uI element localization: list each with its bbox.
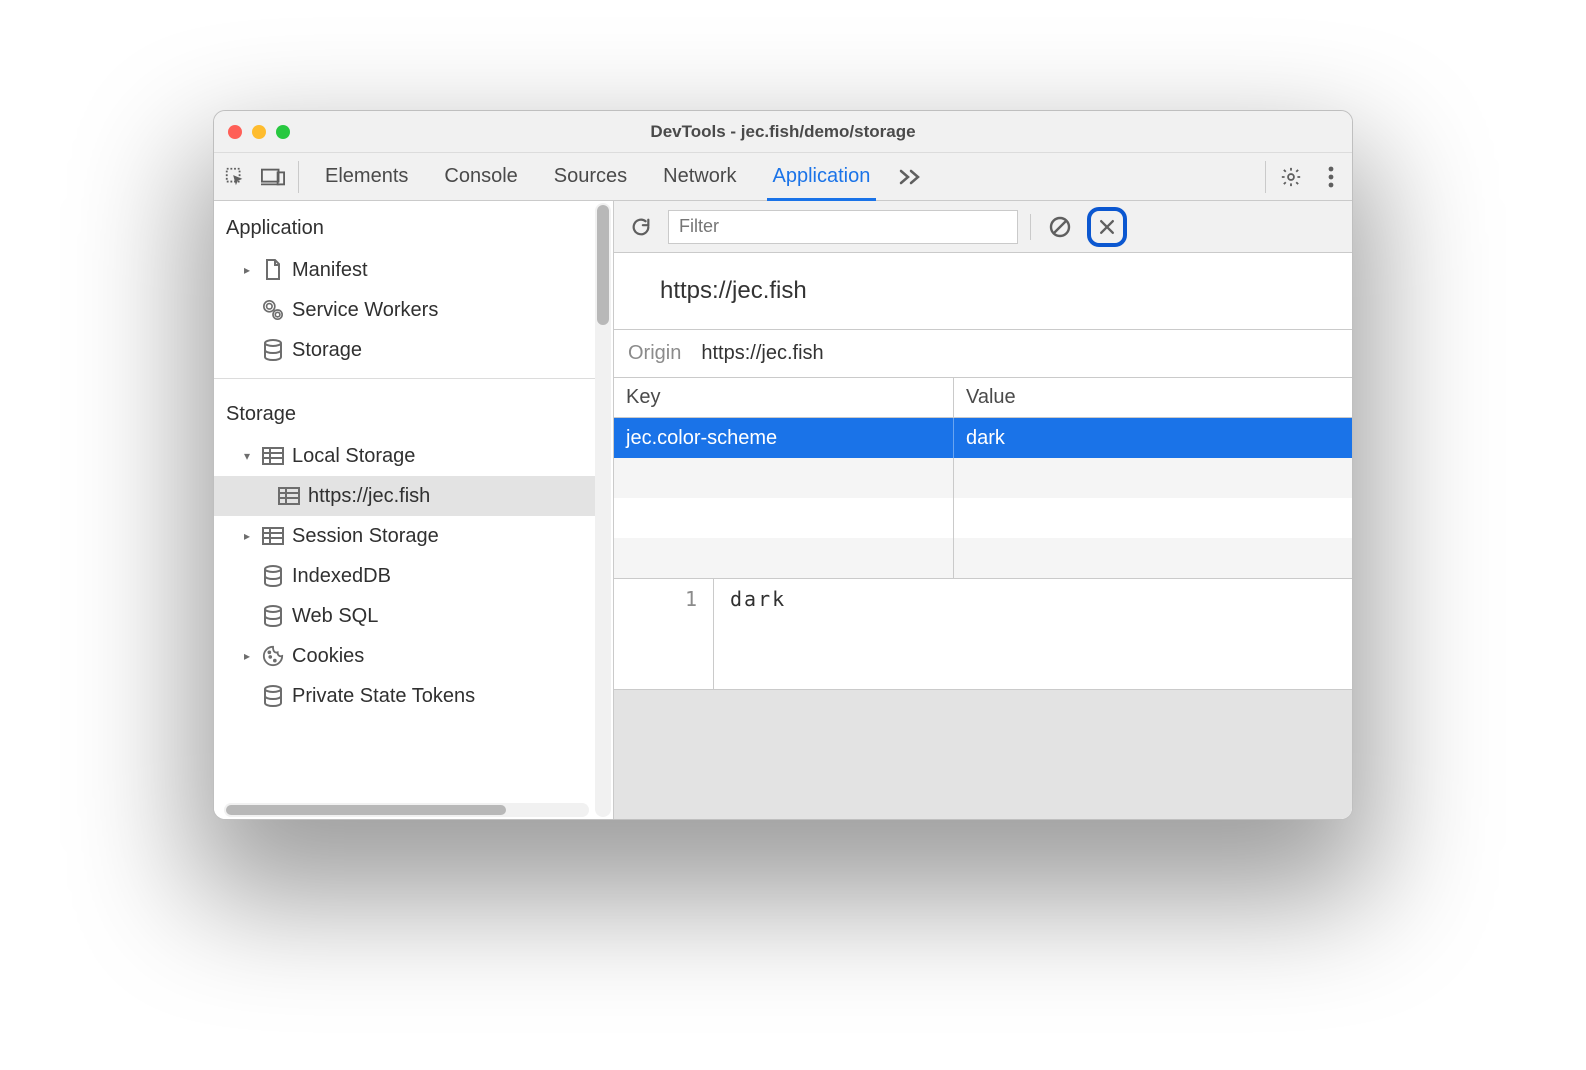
origin-row: Origin https://jec.fish [614, 330, 1352, 378]
sidebar-item-storage[interactable]: ▸ Storage [214, 330, 595, 370]
settings-icon[interactable] [1278, 164, 1304, 190]
origin-heading: https://jec.fish [614, 253, 1352, 330]
origin-label: Origin [628, 342, 681, 365]
tab-elements[interactable]: Elements [307, 153, 426, 200]
sidebar-item-service-workers[interactable]: ▸ Service Workers [214, 290, 595, 330]
database-icon [262, 685, 284, 707]
table-icon [262, 525, 284, 547]
device-toolbar-icon[interactable] [260, 164, 286, 190]
gears-icon [262, 299, 284, 321]
titlebar: DevTools - jec.fish/demo/storage [214, 111, 1352, 153]
sidebar-item-cookies[interactable]: ▸ Cookies [214, 636, 595, 676]
filter-input[interactable] [668, 210, 1018, 244]
sidebar-section-application: Application [214, 201, 595, 250]
panel-tabs: Elements Console Sources Network Applica… [214, 153, 1352, 201]
panel-footer [614, 689, 1352, 819]
tab-application[interactable]: Application [755, 153, 889, 200]
application-sidebar: Application ▸ Manifest ▸ [214, 201, 595, 819]
cell-key[interactable]: jec.color-scheme [614, 418, 954, 458]
storage-toolbar [614, 201, 1352, 253]
sidebar-item-local-storage[interactable]: ▾ Local Storage [214, 436, 595, 476]
sidebar-item-manifest[interactable]: ▸ Manifest [214, 250, 595, 290]
storage-panel: https://jec.fish Origin https://jec.fish… [614, 201, 1352, 819]
sidebar-item-label: Local Storage [292, 445, 595, 468]
preview-line-number: 1 [614, 579, 714, 689]
database-icon [262, 605, 284, 627]
storage-table: Key Value jec.color-scheme dark [614, 378, 1352, 579]
sidebar-section-storage: Storage [214, 387, 595, 436]
sidebar-item-label: Web SQL [292, 605, 595, 628]
database-icon [262, 565, 284, 587]
delete-selected-button[interactable] [1087, 207, 1127, 247]
clear-all-button[interactable] [1043, 210, 1077, 244]
more-tabs-button[interactable] [888, 167, 932, 187]
sidebar-vertical-scrollbar[interactable] [595, 203, 611, 817]
origin-value: https://jec.fish [701, 342, 823, 365]
close-window-button[interactable] [228, 125, 242, 139]
database-icon [262, 339, 284, 361]
sidebar-item-label: IndexedDB [292, 565, 595, 588]
sidebar-item-private-state-tokens[interactable]: ▸ Private State Tokens [214, 676, 595, 716]
sidebar-item-label: Cookies [292, 645, 595, 668]
sidebar-item-label: Session Storage [292, 525, 595, 548]
sidebar-horizontal-scrollbar[interactable] [224, 803, 589, 817]
sidebar-item-indexeddb[interactable]: ▸ IndexedDB [214, 556, 595, 596]
inspect-element-icon[interactable] [222, 164, 248, 190]
window-controls [228, 125, 290, 139]
table-row-empty[interactable] [614, 498, 1352, 538]
devtools-window: DevTools - jec.fish/demo/storage [213, 110, 1353, 820]
scrollbar-thumb[interactable] [597, 205, 609, 325]
table-row[interactable]: jec.color-scheme dark [614, 418, 1352, 458]
window-title: DevTools - jec.fish/demo/storage [214, 122, 1352, 142]
cookie-icon [262, 645, 284, 667]
document-icon [262, 259, 284, 281]
sidebar-item-label: Manifest [292, 259, 595, 282]
kebab-menu-icon[interactable] [1318, 164, 1344, 190]
minimize-window-button[interactable] [252, 125, 266, 139]
sidebar-item-label: Private State Tokens [292, 685, 595, 708]
sidebar-item-local-storage-origin[interactable]: https://jec.fish [214, 476, 595, 516]
tab-network[interactable]: Network [645, 153, 754, 200]
sidebar-item-session-storage[interactable]: ▸ Session Storage [214, 516, 595, 556]
zoom-window-button[interactable] [276, 125, 290, 139]
tab-sources[interactable]: Sources [536, 153, 645, 200]
sidebar-item-websql[interactable]: ▸ Web SQL [214, 596, 595, 636]
refresh-button[interactable] [624, 210, 658, 244]
sidebar-item-label: Storage [292, 339, 595, 362]
column-header-key[interactable]: Key [614, 378, 954, 418]
preview-content: dark [714, 579, 802, 689]
column-header-value[interactable]: Value [954, 378, 1352, 418]
value-preview: 1 dark [614, 579, 1352, 689]
sidebar-item-label: https://jec.fish [308, 485, 595, 508]
sidebar-item-label: Service Workers [292, 299, 595, 322]
tab-console[interactable]: Console [426, 153, 535, 200]
table-icon [262, 445, 284, 467]
cell-value[interactable]: dark [954, 418, 1352, 458]
table-icon [278, 485, 300, 507]
scrollbar-thumb[interactable] [226, 805, 506, 815]
table-row-empty[interactable] [614, 538, 1352, 578]
table-row-empty[interactable] [614, 458, 1352, 498]
